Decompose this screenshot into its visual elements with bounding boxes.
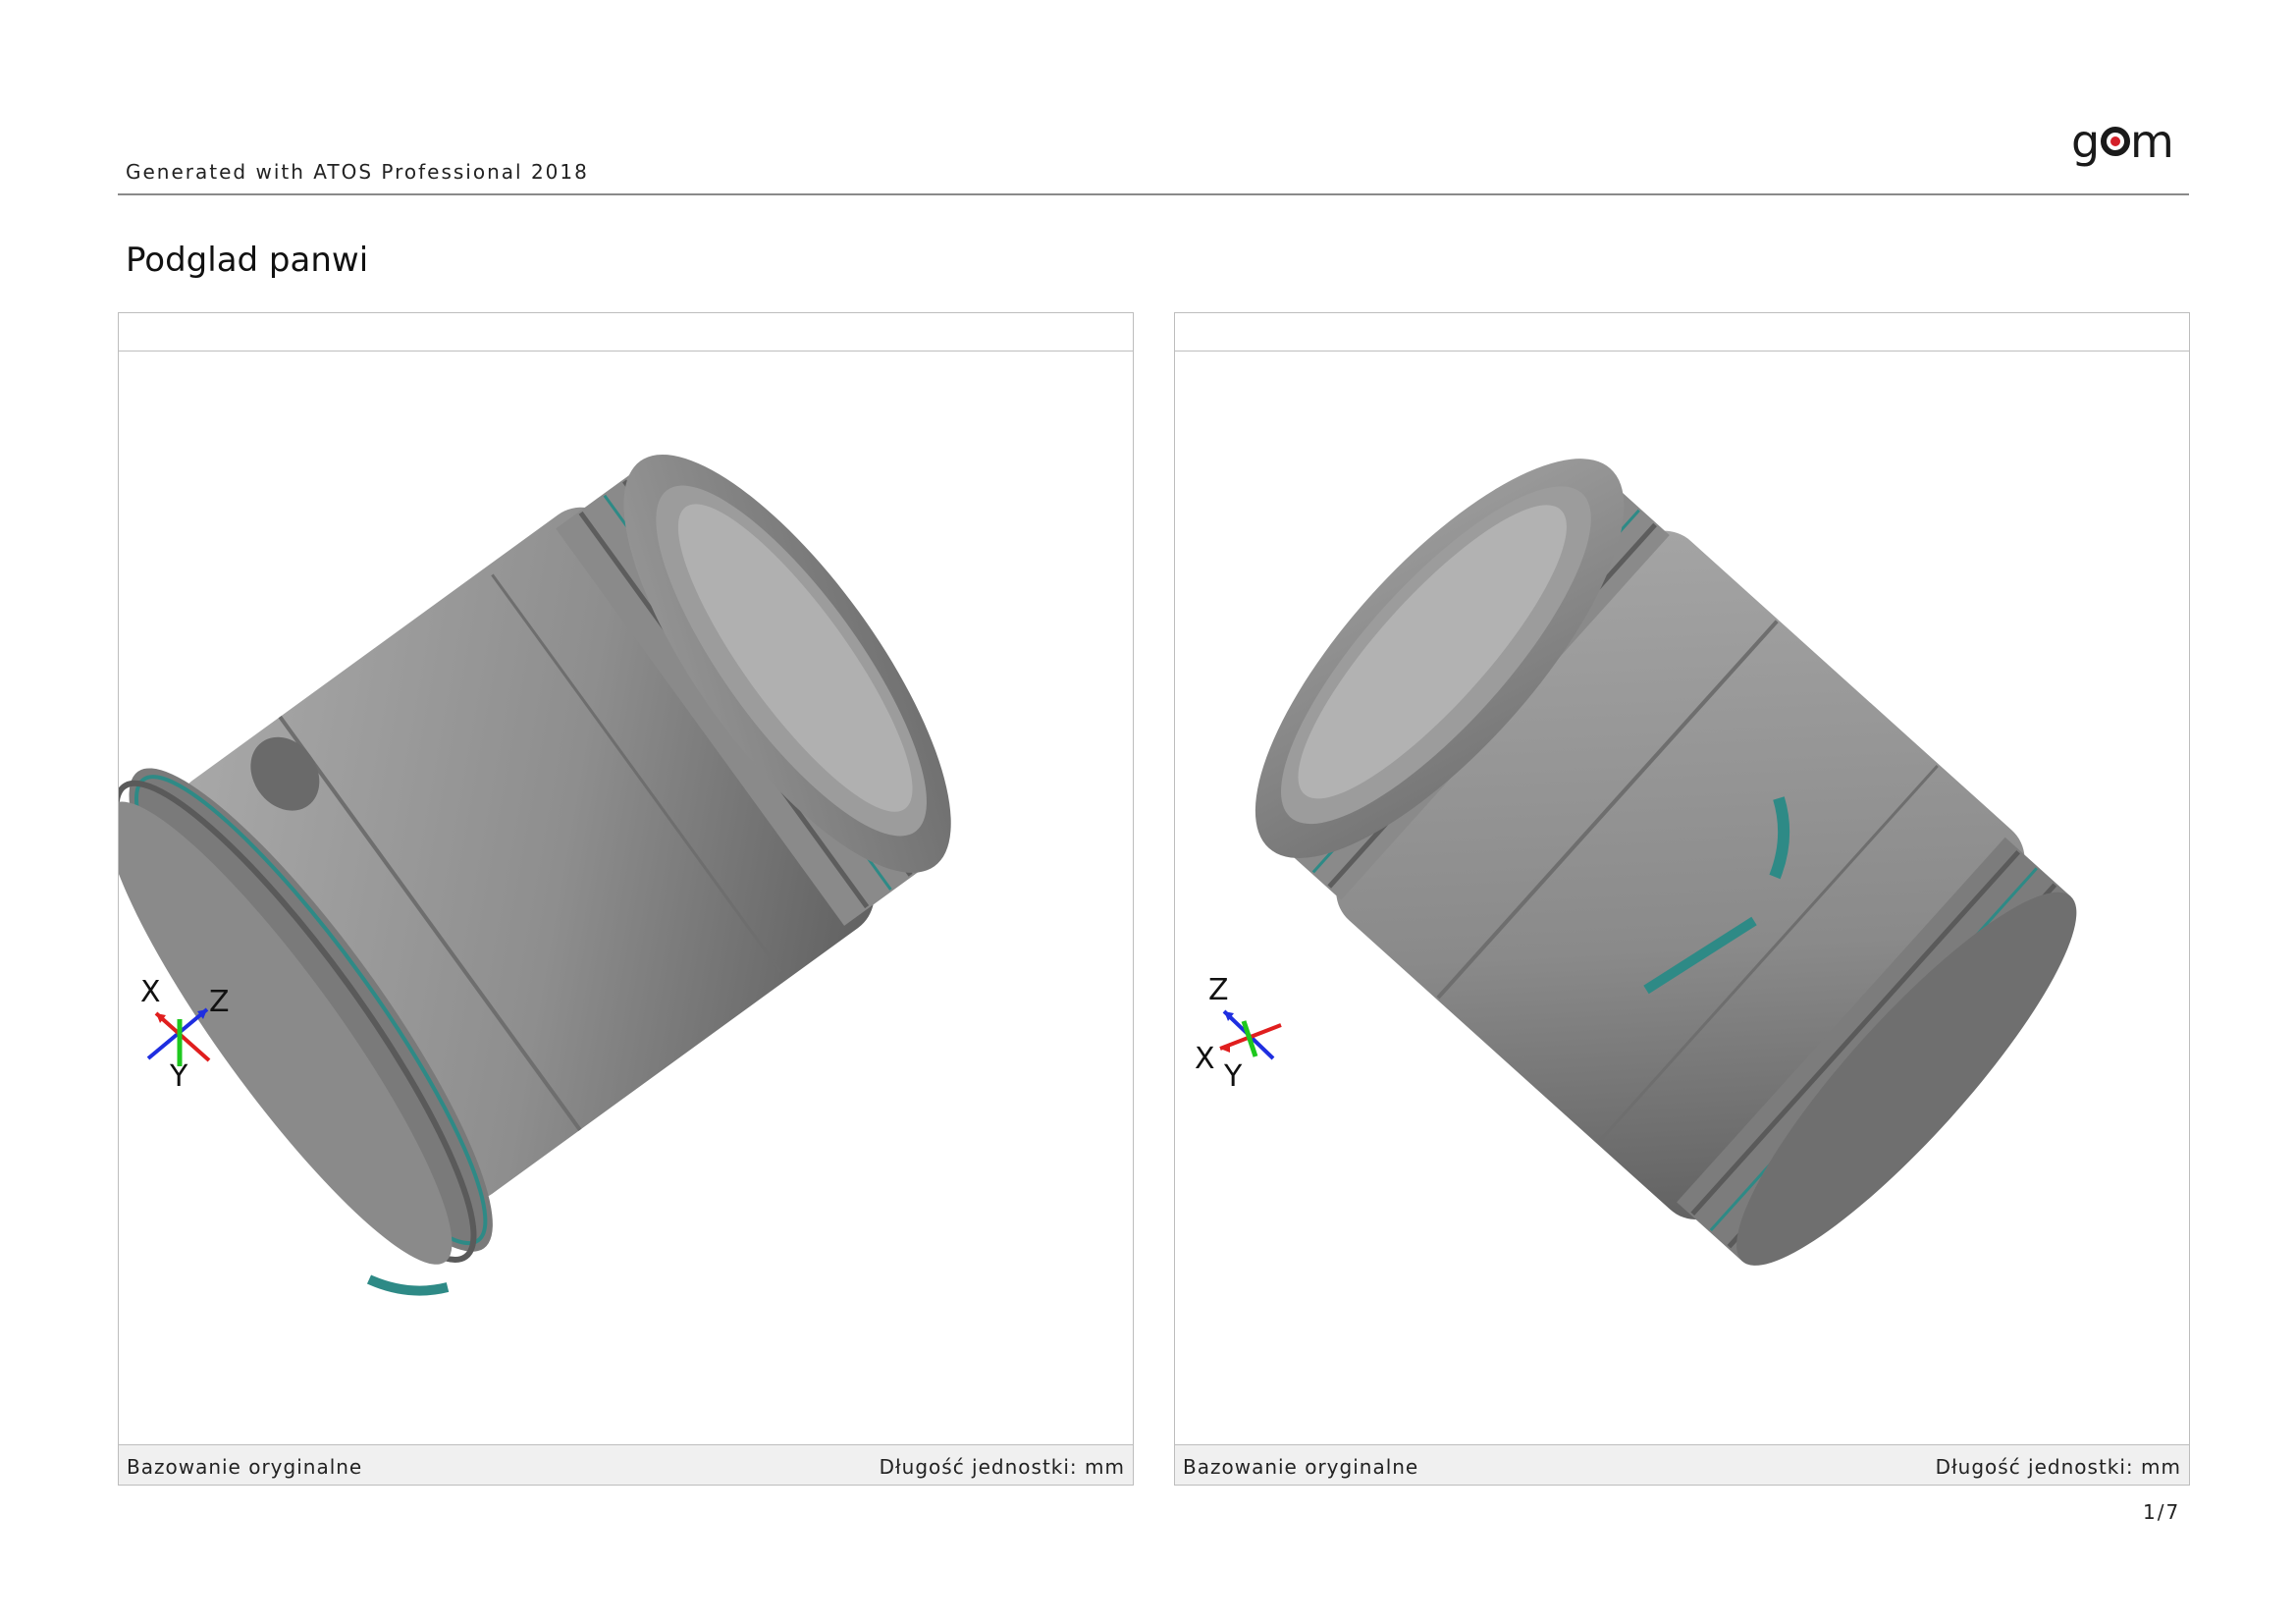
3d-viewport-left[interactable]: X Z Y xyxy=(119,352,1133,1445)
header-generated-text: Generated with ATOS Professional 2018 xyxy=(126,160,589,184)
alignment-label: Bazowanie oryginalne xyxy=(127,1455,363,1479)
axis-triad-left: X Z Y xyxy=(140,980,230,1088)
axis-triad-right: Z X Y xyxy=(1195,973,1282,1088)
z-axis-label: Z xyxy=(1208,973,1229,1007)
scanned-part-render-right xyxy=(1255,459,2077,1266)
gom-logo: g m xyxy=(2071,118,2174,168)
y-axis-label: Y xyxy=(1223,1059,1243,1088)
header-divider xyxy=(118,193,2189,195)
panel-footer: Bazowanie oryginalne Długość jednostki: … xyxy=(1175,1444,2189,1485)
x-axis-arrow xyxy=(154,1011,211,1062)
x-axis-label: X xyxy=(140,980,161,1009)
unit-label: Długość jednostki: mm xyxy=(1935,1455,2181,1479)
alignment-label: Bazowanie oryginalne xyxy=(1183,1455,1419,1479)
y-axis-label: Y xyxy=(169,1059,188,1088)
panel-footer: Bazowanie oryginalne Długość jednostki: … xyxy=(119,1444,1133,1485)
view-panel-left: X Z Y Bazowanie oryginalne Długość jedno… xyxy=(118,312,1134,1486)
page-number: 1/7 xyxy=(2143,1500,2181,1524)
panel-header-bar xyxy=(1175,313,2189,352)
view-panel-right: Z X Y Bazowanie oryginalne Długość jedno… xyxy=(1174,312,2190,1486)
scanned-part-render-left xyxy=(119,454,951,1296)
3d-viewport-right[interactable]: Z X Y xyxy=(1175,352,2189,1445)
x-axis-label: X xyxy=(1195,1042,1215,1076)
z-axis-label: Z xyxy=(209,985,230,1019)
panel-header-bar xyxy=(119,313,1133,352)
svg-text:m: m xyxy=(2130,118,2174,168)
unit-label: Długość jednostki: mm xyxy=(879,1455,1125,1479)
page-title: Podglad panwi xyxy=(126,241,369,280)
svg-text:g: g xyxy=(2071,118,2100,168)
